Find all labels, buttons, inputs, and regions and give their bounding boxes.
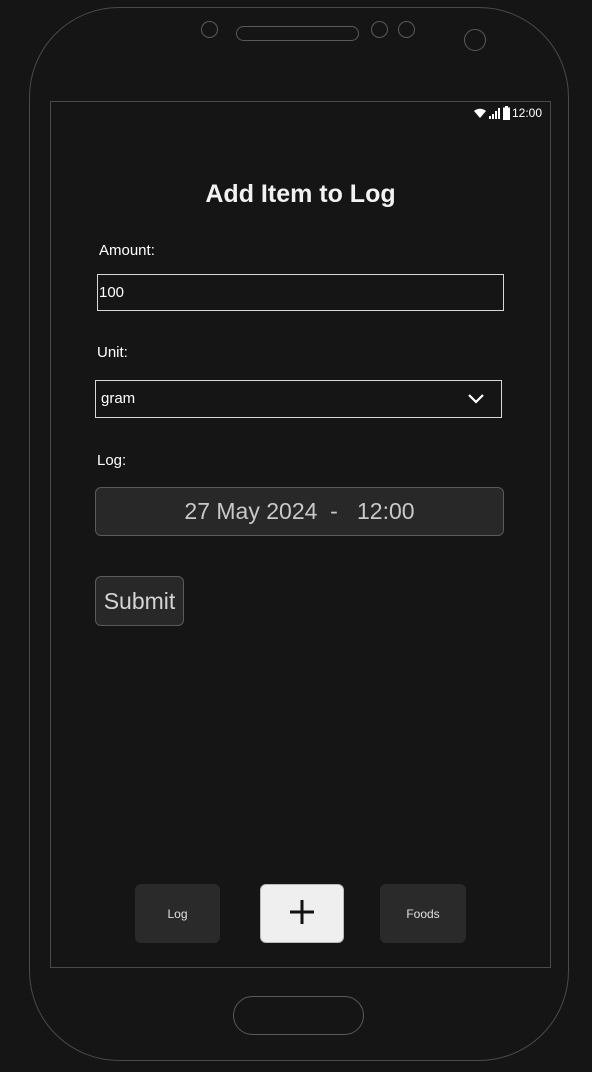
log-datetime-button[interactable]: 27 May 2024 - 12:00 [95,487,504,536]
plus-icon [289,899,315,928]
unit-select[interactable]: gram [95,380,502,418]
status-time: 12:00 [511,106,542,120]
submit-button[interactable]: Submit [95,576,184,626]
nav-add-button[interactable] [260,884,344,943]
status-bar: 12:00 [473,106,542,120]
nav-log-button[interactable]: Log [135,884,220,943]
amount-label: Amount: [99,242,155,259]
battery-icon [502,106,510,120]
chevron-down-icon [467,392,485,410]
page-title: Add Item to Log [205,180,396,208]
home-button[interactable] [233,996,364,1035]
app-screen: 12:00 Add Item to Log Amount: Unit: gram… [50,101,551,968]
signal-icon [488,107,501,119]
sensor-dot [371,21,388,38]
unit-label: Unit: [97,344,128,361]
sensor-dot [398,21,415,38]
sensor-dot [201,21,218,38]
unit-select-value: gram [101,390,136,407]
earpiece-speaker [236,26,359,41]
amount-input[interactable] [97,274,504,311]
log-label: Log: [97,452,127,469]
front-camera [464,29,486,51]
nav-foods-button[interactable]: Foods [380,884,466,943]
wifi-icon [473,107,487,119]
